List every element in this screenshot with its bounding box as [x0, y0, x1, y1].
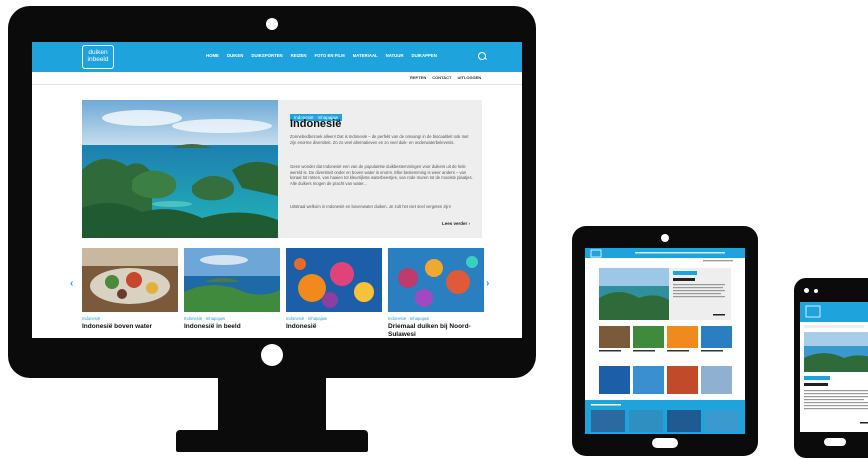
- card-image[interactable]: [286, 248, 382, 312]
- search-icon[interactable]: [478, 52, 486, 60]
- card-tag[interactable]: Indonesië · Inhapajaw: [286, 316, 382, 321]
- card-image[interactable]: [388, 248, 484, 312]
- card-tag[interactable]: Indonesië: [82, 316, 178, 321]
- hero-panel: Indonesië · Inhapajaw Indonesië Zonnebed…: [278, 100, 482, 238]
- article-card[interactable]: Indonesië Indonesië boven water: [82, 248, 178, 331]
- card-title[interactable]: Indonesië: [286, 323, 382, 331]
- logo-line2: inbeeld: [87, 56, 109, 63]
- tablet-device: [572, 226, 758, 456]
- nav-item-natuur[interactable]: NATUUR: [386, 53, 404, 58]
- hero-title[interactable]: Indonesië: [290, 118, 341, 130]
- desktop-screen: duiken inbeeld HOME DUIKEN DUIKSPORTEN R…: [32, 42, 522, 338]
- tablet-screen: [585, 248, 745, 434]
- hero-paragraph-3: Uitstraal welkom in Indonesië en bovenwa…: [290, 204, 451, 209]
- card-tag[interactable]: Indonesië · Inhapajaw: [184, 316, 280, 321]
- subnav-uitloggen[interactable]: UITLOGGEN: [458, 75, 482, 80]
- site-logo[interactable]: duiken inbeeld: [82, 45, 114, 69]
- phone-device: [794, 278, 868, 458]
- nav-item-duiken[interactable]: DUIKEN: [227, 53, 243, 58]
- logo-line1: duiken: [88, 49, 108, 56]
- read-more-link[interactable]: Lees verder ›: [442, 221, 470, 226]
- sub-nav: REPTEN CONTACT UITLOGGEN: [32, 72, 522, 85]
- monitor-stand-neck: [218, 376, 326, 432]
- desktop-monitor: duiken inbeeld HOME DUIKEN DUIKSPORTEN R…: [8, 6, 536, 378]
- hero-paragraph-2: Geen wonder dat Indonesië een van de pop…: [290, 164, 473, 186]
- monitor-stand-base: [176, 430, 368, 452]
- article-card[interactable]: Indonesië · Inhapajaw Indonesië in beeld: [184, 248, 280, 331]
- card-title[interactable]: Indonesië in beeld: [184, 323, 280, 331]
- carousel-next-icon[interactable]: ›: [486, 278, 489, 289]
- camera-icon: [266, 18, 278, 30]
- phone-screen: [800, 302, 868, 432]
- phone-sensor-icon: [814, 289, 818, 293]
- hero-paragraph-1: Zonnebedbezoek alleen! Dat is Indonesië …: [290, 134, 469, 145]
- article-card[interactable]: Indonesië · Inhapajaw Driemaal duiken bi…: [388, 248, 484, 338]
- nav-item-duikappen[interactable]: DUIKAPPEN: [412, 53, 437, 58]
- nav-item-home[interactable]: HOME: [206, 53, 219, 58]
- phone-camera-icon: [804, 288, 809, 293]
- nav-item-reizen[interactable]: REIZEN: [291, 53, 307, 58]
- subnav-repten[interactable]: REPTEN: [410, 75, 426, 80]
- site-header: duiken inbeeld HOME DUIKEN DUIKSPORTEN R…: [32, 42, 522, 72]
- nav-item-foto-en-film[interactable]: FOTO EN FILM: [314, 53, 344, 58]
- card-tag[interactable]: Indonesië · Inhapajaw: [388, 316, 484, 321]
- carousel-prev-icon[interactable]: ‹: [70, 278, 73, 289]
- article-card[interactable]: Indonesië · Inhapajaw Indonesië: [286, 248, 382, 331]
- subnav-contact[interactable]: CONTACT: [432, 75, 451, 80]
- card-image[interactable]: [82, 248, 178, 312]
- nav-item-materiaal[interactable]: MATERIAAL: [353, 53, 378, 58]
- tablet-home-button: [652, 438, 678, 448]
- nav-item-duiksporten[interactable]: DUIKSPORTEN: [251, 53, 282, 58]
- phone-home-button: [824, 438, 846, 446]
- main-nav: HOME DUIKEN DUIKSPORTEN REIZEN FOTO EN F…: [206, 53, 437, 58]
- hero-image[interactable]: [82, 100, 278, 238]
- card-title[interactable]: Indonesië boven water: [82, 323, 178, 331]
- power-button-icon: [261, 344, 283, 366]
- card-image[interactable]: [184, 248, 280, 312]
- card-title[interactable]: Driemaal duiken bij Noord-Sulawesi: [388, 323, 484, 338]
- tablet-camera-icon: [661, 234, 669, 242]
